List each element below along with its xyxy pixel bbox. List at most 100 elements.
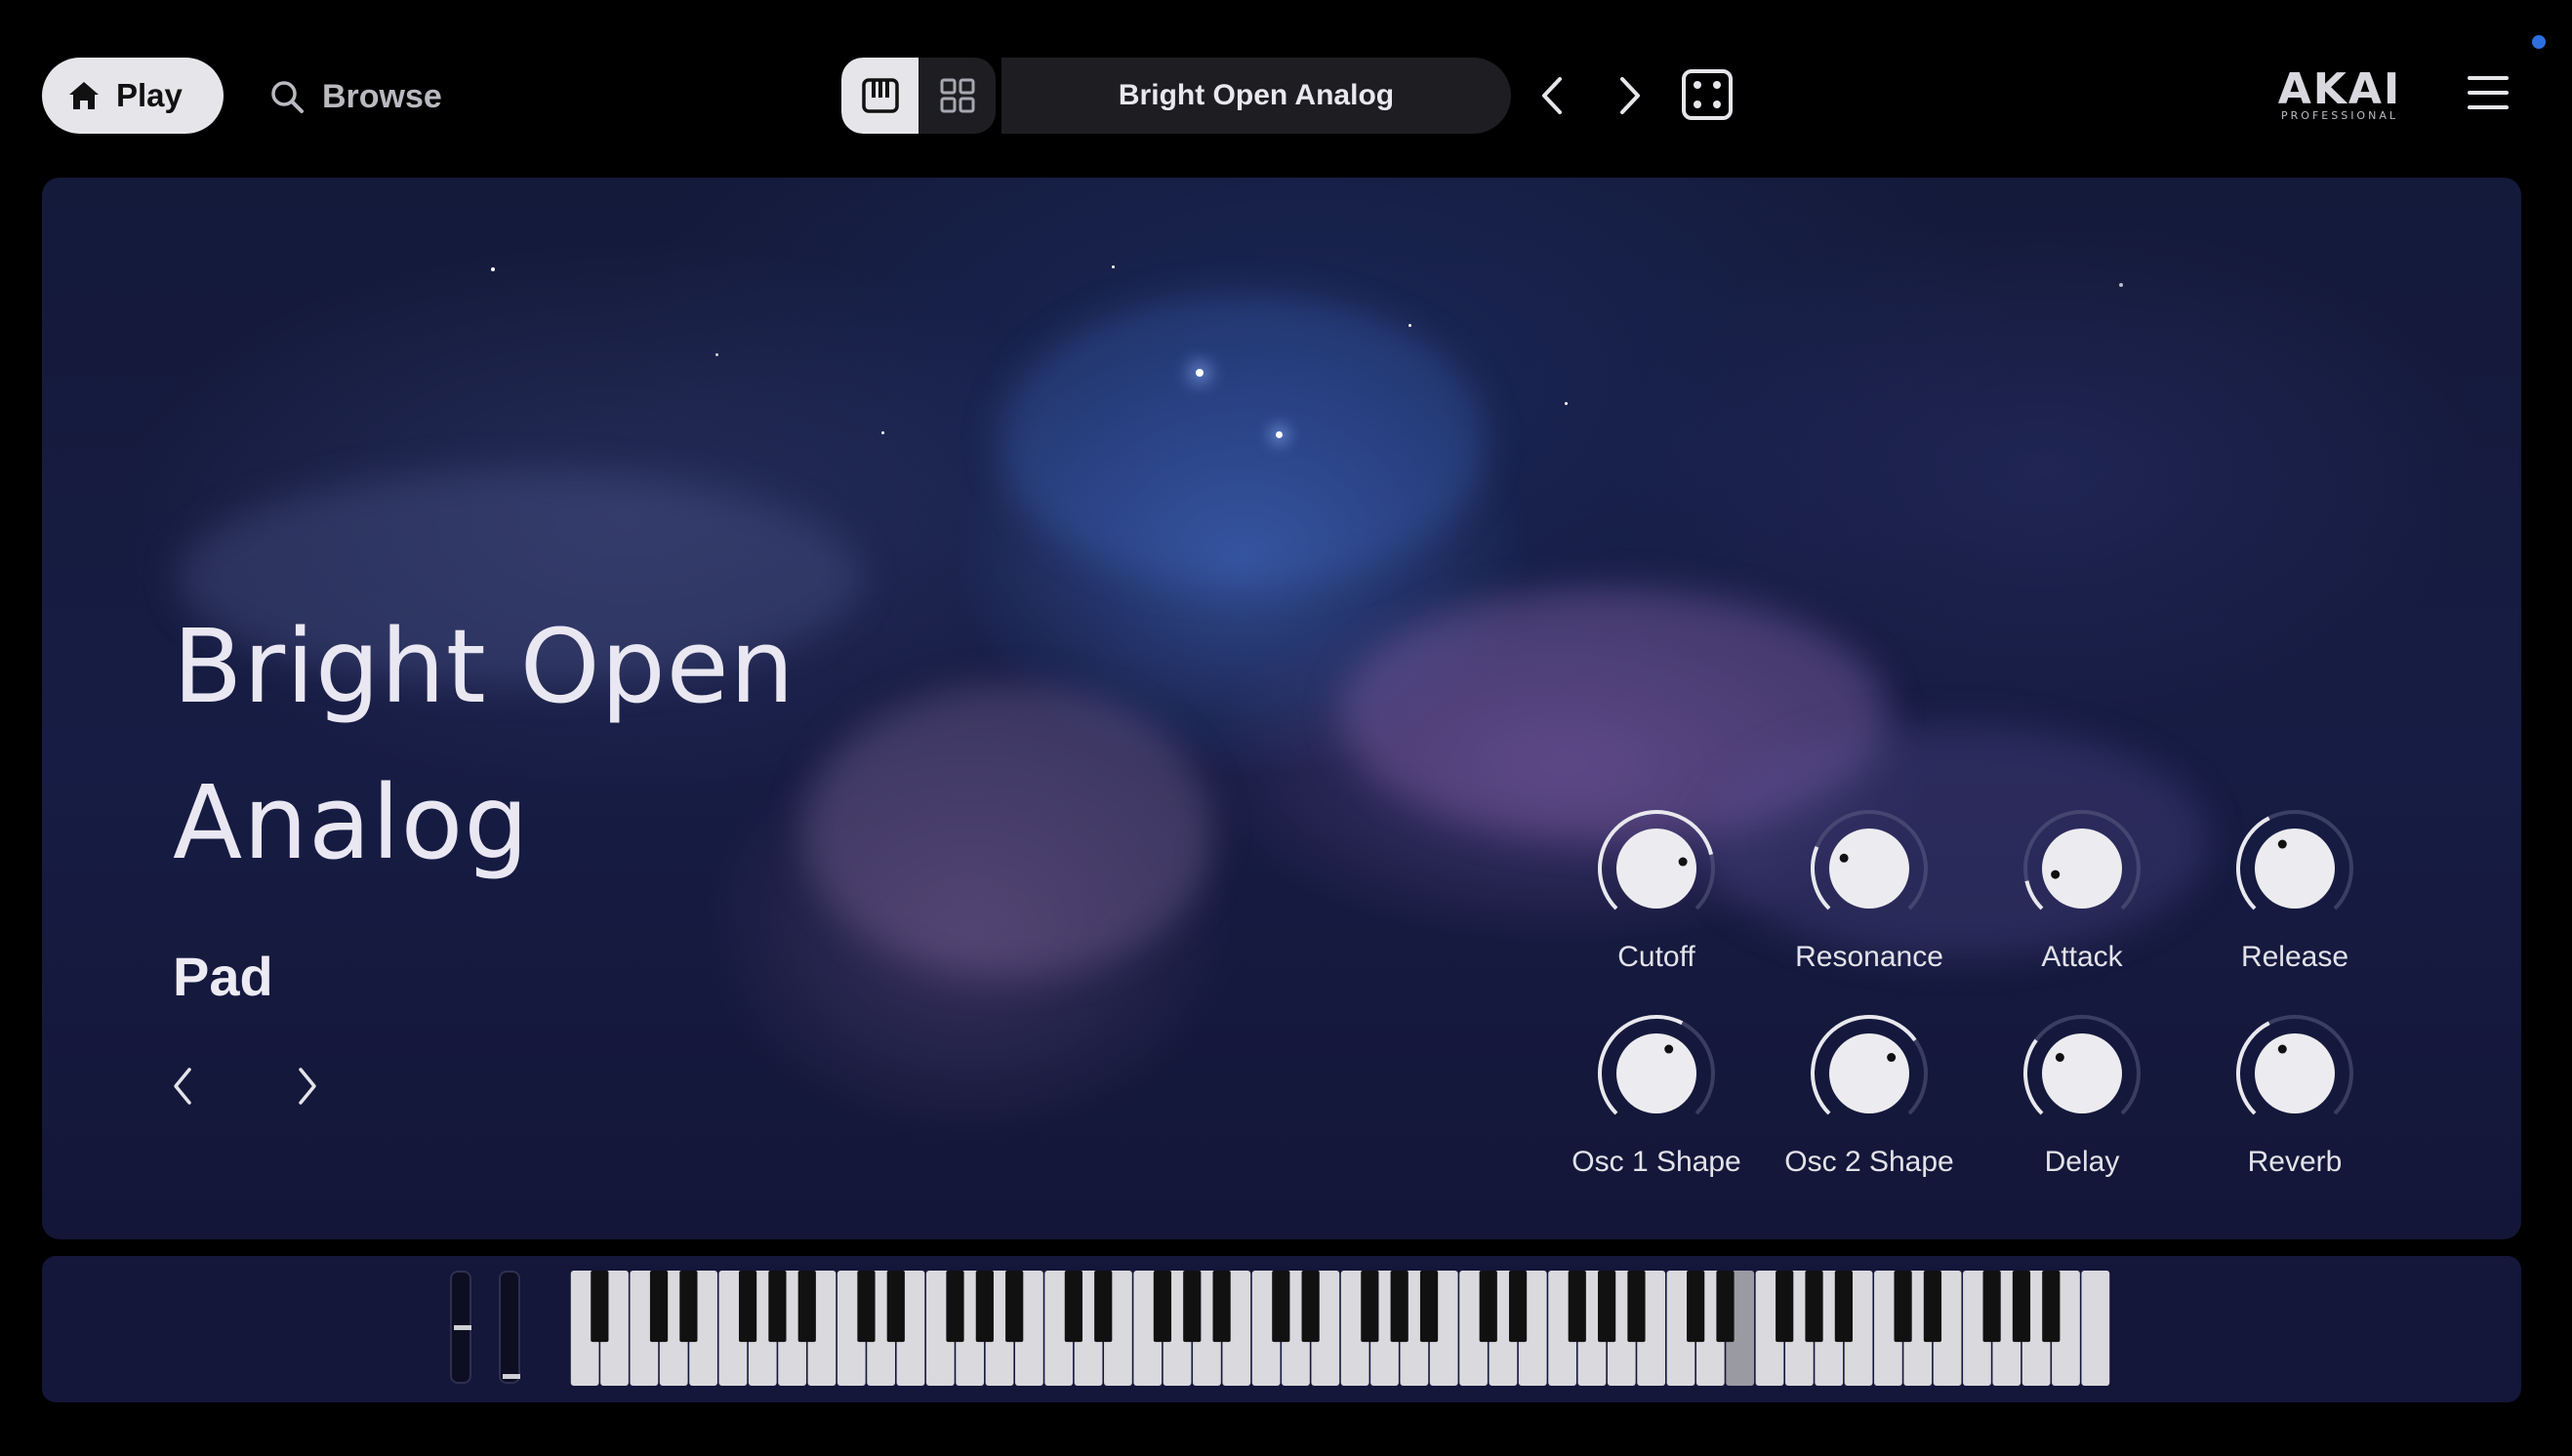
- next-preset-button[interactable]: [1601, 64, 1659, 127]
- black-key[interactable]: [649, 1271, 669, 1343]
- knob-attack[interactable]: Attack: [1984, 806, 2180, 1001]
- pitch-wheel-marker: [454, 1325, 471, 1330]
- knob-label: Osc 1 Shape: [1572, 1146, 1741, 1178]
- black-key[interactable]: [1598, 1271, 1616, 1343]
- knob-indicator: [2055, 1053, 2064, 1063]
- black-key[interactable]: [1183, 1271, 1202, 1343]
- knob-body: [2042, 1033, 2122, 1113]
- star: [715, 353, 718, 356]
- knob-release[interactable]: Release: [2197, 806, 2392, 1001]
- knob-body: [2042, 829, 2122, 909]
- previous-category-button[interactable]: [158, 1060, 207, 1112]
- white-key[interactable]: [2081, 1271, 2110, 1386]
- knob-dial: [2236, 810, 2353, 910]
- menu-button[interactable]: [2466, 70, 2511, 115]
- grid-icon: [940, 78, 974, 113]
- knob-value-arc: [1811, 846, 1831, 910]
- black-key[interactable]: [1716, 1271, 1735, 1343]
- star: [1196, 369, 1204, 377]
- black-key[interactable]: [1301, 1271, 1320, 1343]
- black-key[interactable]: [1479, 1271, 1497, 1343]
- nebula-cloud: [999, 295, 1487, 587]
- knob-indicator: [1839, 853, 1849, 863]
- black-key[interactable]: [1272, 1271, 1290, 1343]
- knob-resonance[interactable]: Resonance: [1772, 806, 1967, 1001]
- knob-delay[interactable]: Delay: [1984, 1011, 2180, 1206]
- knob-body: [1616, 1033, 1696, 1113]
- black-key[interactable]: [1390, 1271, 1408, 1343]
- knob-indicator: [1664, 1044, 1674, 1054]
- preset-name: Bright Open Analog: [1118, 79, 1395, 111]
- black-key[interactable]: [2042, 1271, 2061, 1343]
- play-button[interactable]: Play: [42, 58, 224, 134]
- knob-body: [2255, 1033, 2335, 1113]
- knob-body: [1829, 829, 1909, 909]
- chevron-left-icon: [174, 1068, 191, 1105]
- star: [1276, 431, 1283, 438]
- search-icon: [271, 81, 304, 113]
- pitch-wheel[interactable]: [450, 1271, 471, 1384]
- piano-keyboard[interactable]: [570, 1271, 2110, 1386]
- black-key[interactable]: [797, 1271, 816, 1343]
- black-key[interactable]: [1005, 1271, 1024, 1343]
- next-category-button[interactable]: [283, 1060, 332, 1112]
- knob-indicator: [2277, 1044, 2287, 1054]
- black-key[interactable]: [1153, 1271, 1172, 1343]
- knob-cutoff[interactable]: Cutoff: [1559, 806, 1754, 1001]
- black-key[interactable]: [2012, 1271, 2031, 1343]
- knob-reverb[interactable]: Reverb: [2197, 1011, 2392, 1206]
- chevron-right-icon: [1620, 77, 1640, 114]
- black-key[interactable]: [857, 1271, 876, 1343]
- black-key[interactable]: [1627, 1271, 1646, 1343]
- black-key[interactable]: [1923, 1271, 1942, 1343]
- knob-dial: [2236, 1015, 2353, 1115]
- black-key[interactable]: [591, 1271, 609, 1343]
- preset-name-display[interactable]: Bright Open Analog: [1001, 58, 1511, 134]
- black-key[interactable]: [1508, 1271, 1528, 1343]
- knob-osc-1-shape[interactable]: Osc 1 Shape: [1559, 1011, 1754, 1206]
- grid-view-button[interactable]: [919, 58, 996, 134]
- black-key[interactable]: [886, 1271, 905, 1343]
- black-key[interactable]: [946, 1271, 964, 1343]
- black-key[interactable]: [1361, 1271, 1379, 1343]
- browse-button[interactable]: Browse: [269, 62, 442, 131]
- black-key[interactable]: [1894, 1271, 1912, 1343]
- black-key[interactable]: [1094, 1271, 1113, 1343]
- black-key[interactable]: [1805, 1271, 1823, 1343]
- black-key[interactable]: [1419, 1271, 1439, 1343]
- knob-body: [2255, 829, 2335, 909]
- mod-wheel[interactable]: [499, 1271, 520, 1384]
- knob-osc-2-shape[interactable]: Osc 2 Shape: [1772, 1011, 1967, 1206]
- knob-dial: [1598, 810, 1715, 910]
- piano-keys-icon: [861, 78, 899, 113]
- random-preset-button[interactable]: [1681, 68, 1734, 121]
- star: [2119, 283, 2123, 287]
- black-key[interactable]: [1982, 1271, 2001, 1343]
- knob-indicator: [2051, 870, 2061, 879]
- knob-label: Cutoff: [1617, 941, 1695, 973]
- knob-indicator: [1887, 1053, 1897, 1063]
- black-key[interactable]: [975, 1271, 994, 1343]
- preset-title-line-1: Bright Open: [173, 607, 796, 726]
- browse-label: Browse: [322, 77, 442, 115]
- star: [881, 431, 884, 434]
- knob-indicator: [1678, 857, 1688, 867]
- knob-body: [1616, 829, 1696, 909]
- black-key[interactable]: [768, 1271, 787, 1343]
- home-icon: [69, 82, 99, 109]
- black-key[interactable]: [1568, 1271, 1586, 1343]
- keyboard-view-button[interactable]: [841, 58, 919, 134]
- black-key[interactable]: [738, 1271, 757, 1343]
- black-key[interactable]: [1212, 1271, 1231, 1343]
- black-key[interactable]: [1687, 1271, 1705, 1343]
- knob-dial: [1598, 1015, 1715, 1115]
- play-label: Play: [116, 77, 183, 113]
- hamburger-menu-icon: [2468, 76, 2509, 109]
- chevron-left-icon: [1542, 77, 1562, 114]
- black-key[interactable]: [1776, 1271, 1794, 1343]
- previous-preset-button[interactable]: [1523, 64, 1581, 127]
- black-key[interactable]: [1064, 1271, 1082, 1343]
- black-key[interactable]: [679, 1271, 698, 1343]
- black-key[interactable]: [1834, 1271, 1853, 1343]
- knob-dial: [1811, 1015, 1928, 1115]
